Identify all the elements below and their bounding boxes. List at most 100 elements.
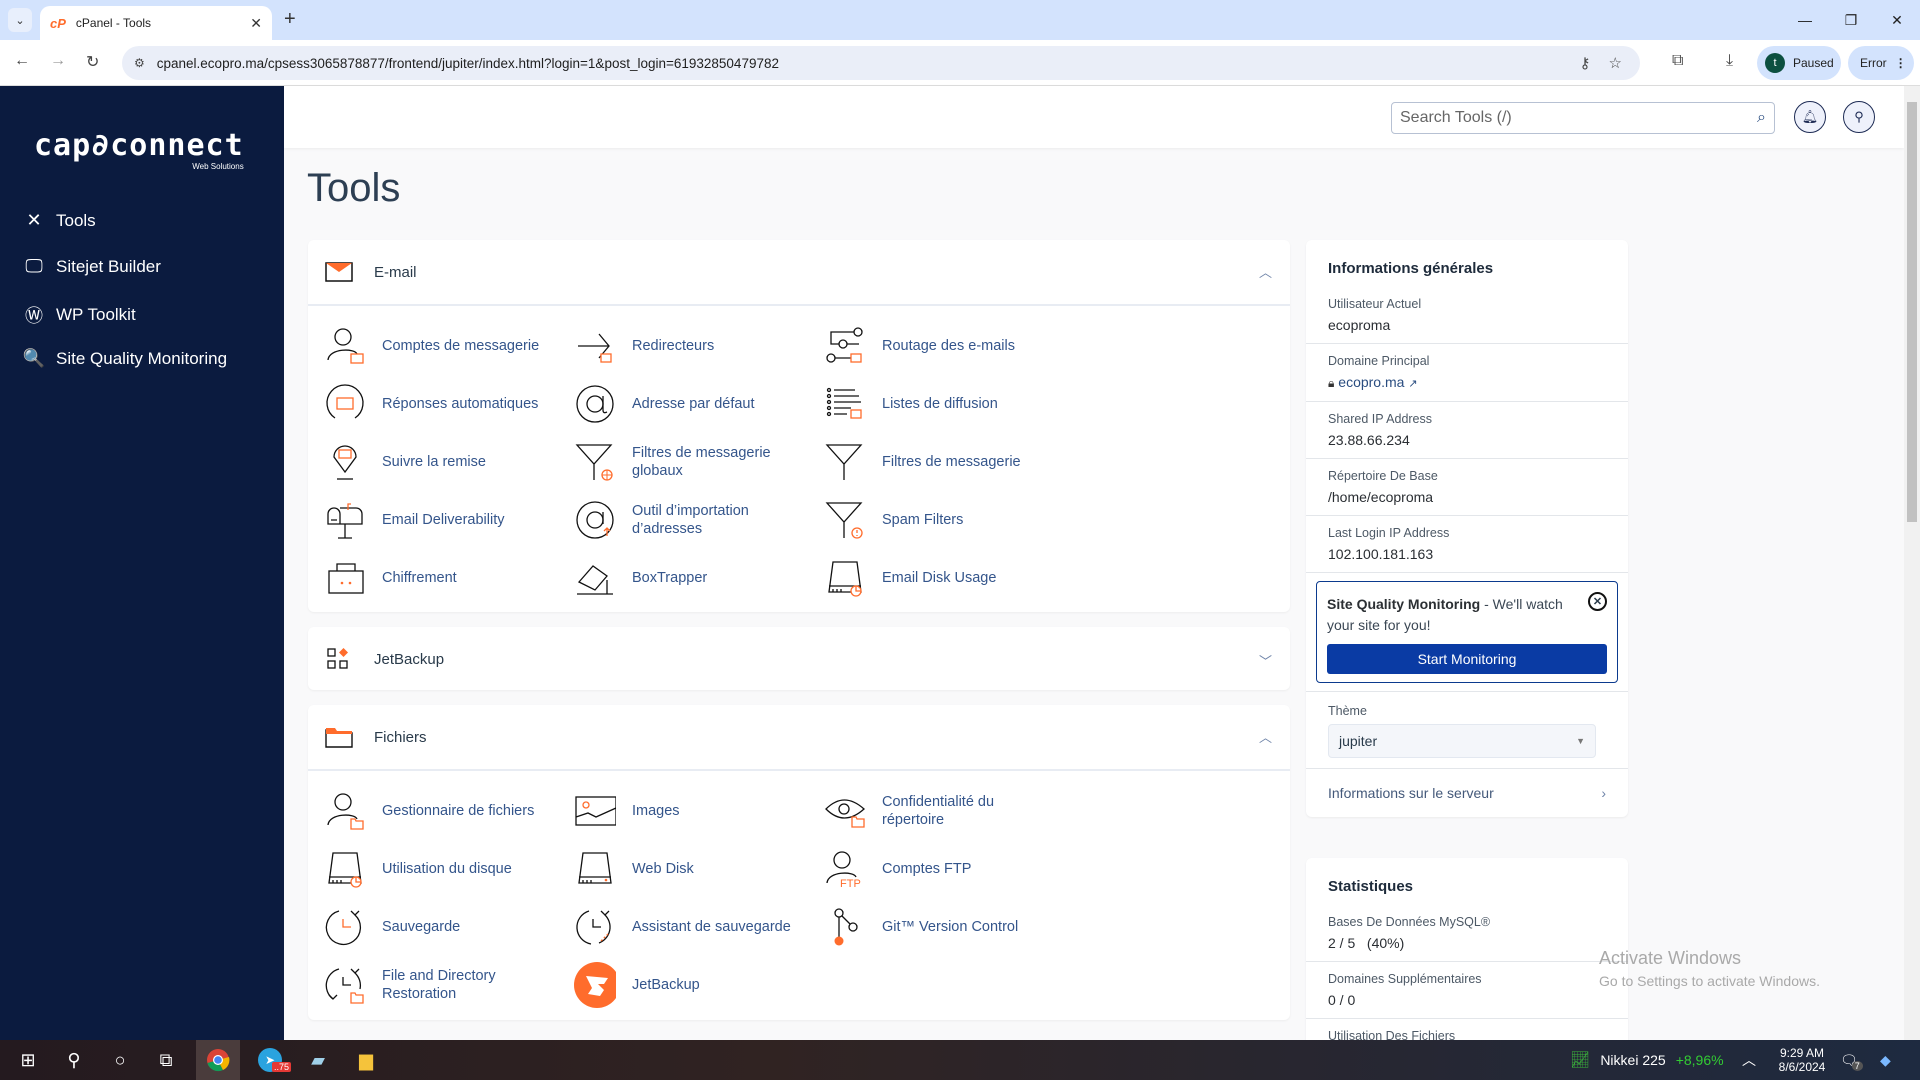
close-window-button[interactable]: ✕ xyxy=(1874,0,1920,40)
tool-backup[interactable]: Sauvegarde xyxy=(324,902,557,952)
chevron-up-icon[interactable]: ︿ xyxy=(1259,262,1272,281)
disk-chart-icon xyxy=(324,848,366,890)
tool-directory-privacy[interactable]: Confidentialité du répertoire xyxy=(824,786,1057,836)
sidebar-item-site-quality[interactable]: 🔍 Site Quality Monitoring xyxy=(22,348,227,369)
tab-title: cPanel - Tools xyxy=(75,16,152,30)
cpanel-favicon-icon: cP xyxy=(50,15,66,31)
sidebar-item-sitejet[interactable]: 🖵 Sitejet Builder xyxy=(22,256,161,277)
clock[interactable]: 9:29 AM 8/6/2024 xyxy=(1770,1040,1834,1080)
chrome-taskbar-app[interactable] xyxy=(196,1040,240,1080)
tool-email-deliverability[interactable]: Email Deliverability xyxy=(324,495,557,545)
tool-web-disk[interactable]: Web Disk xyxy=(574,844,807,894)
tool-default-address[interactable]: Adresse par défaut xyxy=(574,379,807,429)
tool-images[interactable]: Images xyxy=(574,786,807,836)
forward-button[interactable]: → xyxy=(50,52,66,70)
start-button[interactable]: ⊞ xyxy=(6,1040,50,1080)
tool-encryption[interactable]: Chiffrement xyxy=(324,553,557,603)
general-info-panel: Informations générales Utilisateur Actue… xyxy=(1306,240,1628,817)
tool-file-manager[interactable]: Gestionnaire de fichiers xyxy=(324,786,557,836)
tool-ftp-accounts[interactable]: FTP Comptes FTP xyxy=(824,844,1057,894)
tool-email-routing[interactable]: Routage des e-mails xyxy=(824,321,1057,371)
lock-icon: 🔒︎ xyxy=(1328,376,1335,390)
bookmark-star-icon[interactable]: ☆ xyxy=(1609,54,1622,72)
tool-git-version-control[interactable]: Git™ Version Control xyxy=(824,902,1057,952)
tool-track-delivery[interactable]: Suivre la remise xyxy=(324,437,557,487)
tool-autoresponders[interactable]: Réponses automatiques xyxy=(324,379,557,429)
tool-global-email-filters[interactable]: Filtres de messagerie globaux xyxy=(574,437,807,487)
stat-row-addon-domains: Domaines Supplémentaires 0 / 0 xyxy=(1306,962,1628,1019)
tool-mailing-lists[interactable]: Listes de diffusion xyxy=(824,379,1057,429)
chevron-down-icon[interactable]: ﹀ xyxy=(1259,651,1272,670)
tool-email-filters[interactable]: Filtres de messagerie xyxy=(824,437,1057,487)
stat-row-mysql: Bases De Données MySQL® 2 / 5 (40%) xyxy=(1306,905,1628,962)
tool-email-accounts[interactable]: Comptes de messagerie xyxy=(324,321,557,371)
primary-domain-link[interactable]: 🔒︎ ecopro.ma ↗ xyxy=(1328,374,1606,391)
tool-boxtrapper[interactable]: BoxTrapper xyxy=(574,553,807,603)
jetbackup-icon xyxy=(574,962,616,1008)
folder-icon: ▆ xyxy=(359,1049,373,1070)
telegram-taskbar-app[interactable]: ➤ ..75 xyxy=(248,1040,292,1080)
url-text[interactable]: cpanel.ecopro.ma/cpsess3065878877/fronte… xyxy=(157,56,1580,71)
password-key-icon[interactable]: ⚷ xyxy=(1580,54,1591,72)
address-bar[interactable]: ⚙ cpanel.ecopro.ma/cpsess3065878877/fron… xyxy=(122,46,1640,80)
cortana-button[interactable]: ○ xyxy=(98,1040,142,1080)
browser-tab[interactable]: cP cPanel - Tools ✕ xyxy=(40,6,272,40)
brand-logo[interactable]: cap∂connect Web Solutions xyxy=(34,128,244,171)
reload-button[interactable]: ↻ xyxy=(86,52,99,72)
start-monitoring-button[interactable]: Start Monitoring xyxy=(1327,644,1607,674)
sidebar-item-tools[interactable]: ✕ Tools xyxy=(22,210,95,231)
logo-text: cap∂connect xyxy=(34,128,244,163)
chevron-up-icon: ︿ xyxy=(1742,1052,1756,1068)
close-tab-icon[interactable]: ✕ xyxy=(250,15,262,32)
search-icon: ⚲ xyxy=(67,1049,81,1070)
tool-backup-wizard[interactable]: Assistant de sauvegarde xyxy=(574,902,807,952)
show-hidden-icons-button[interactable]: ︿ xyxy=(1742,1040,1756,1080)
stock-widget[interactable]: 📈︎ Nikkei 225 +8,96% xyxy=(1570,1040,1724,1080)
notifications-button[interactable]: 🔔︎ xyxy=(1794,101,1826,133)
email-section-header[interactable]: E-mail ︿ xyxy=(308,240,1290,304)
page-scrollbar[interactable] xyxy=(1904,86,1920,1040)
notification-center-button[interactable]: 🗨︎ 7 xyxy=(1840,1040,1863,1080)
files-section-header[interactable]: Fichiers ︿ xyxy=(308,705,1290,769)
search-tools-input[interactable]: Search Tools (/) ⌕ xyxy=(1391,102,1775,134)
tool-forwarders[interactable]: Redirecteurs xyxy=(574,321,807,371)
search-taskbar-button[interactable]: ⚲ xyxy=(52,1040,96,1080)
sidebar-item-wp-toolkit[interactable]: Ⓦ WP Toolkit xyxy=(22,302,136,328)
theme-select[interactable]: jupiter ▼ xyxy=(1328,724,1596,758)
tool-address-importer[interactable]: Outil d’importation d’adresses xyxy=(574,495,807,545)
user-menu-button[interactable]: ⚲ xyxy=(1843,101,1875,133)
tab-search-button[interactable]: ⌄ xyxy=(8,8,32,32)
folder-icon xyxy=(324,726,354,748)
tool-email-disk-usage[interactable]: Email Disk Usage xyxy=(824,553,1057,603)
close-promo-icon[interactable]: ✕ xyxy=(1588,592,1607,611)
file-explorer-taskbar-app[interactable]: ▆ xyxy=(344,1040,388,1080)
sidebar-item-label: WP Toolkit xyxy=(56,305,136,324)
minimize-button[interactable]: — xyxy=(1782,0,1828,40)
external-link-icon[interactable]: ↗ xyxy=(1408,378,1417,390)
domain-text[interactable]: ecopro.ma xyxy=(1338,374,1404,390)
watermark-line2: Go to Settings to activate Windows. xyxy=(1599,973,1820,989)
chevron-up-icon[interactable]: ︿ xyxy=(1259,727,1272,746)
copilot-button[interactable]: ◆ xyxy=(1880,1040,1891,1080)
jetbackup-section-header[interactable]: JetBackup ﹀ xyxy=(308,627,1290,691)
back-button[interactable]: ← xyxy=(14,52,30,70)
notepad-taskbar-app[interactable]: ▰ xyxy=(296,1040,340,1080)
error-menu-button[interactable]: Error ⋮ xyxy=(1848,46,1914,80)
tool-disk-usage[interactable]: Utilisation du disque xyxy=(324,844,557,894)
stat-label: Domaines Supplémentaires xyxy=(1328,972,1482,986)
search-icon[interactable]: ⌕ xyxy=(1757,109,1766,127)
tool-file-restoration[interactable]: File and Directory Restoration xyxy=(324,960,557,1010)
profile-button[interactable]: t Paused xyxy=(1757,46,1841,80)
task-view-button[interactable]: ⧉ xyxy=(144,1040,188,1080)
tool-jetbackup-tool[interactable]: JetBackup xyxy=(574,960,807,1010)
scrollbar-thumb[interactable] xyxy=(1907,102,1917,522)
image-icon xyxy=(574,790,616,832)
download-icon[interactable]: ⤓ xyxy=(1726,52,1733,70)
server-info-link[interactable]: Informations sur le serveur › xyxy=(1306,769,1628,817)
new-tab-button[interactable]: + xyxy=(284,8,296,31)
watermark-line1: Activate Windows xyxy=(1599,948,1742,968)
restore-button[interactable]: ❐ xyxy=(1828,0,1874,40)
extensions-icon[interactable]: ⧉ xyxy=(1672,52,1683,70)
tool-spam-filters[interactable]: Spam Filters xyxy=(824,495,1057,545)
site-settings-icon[interactable]: ⚙ xyxy=(134,56,145,70)
